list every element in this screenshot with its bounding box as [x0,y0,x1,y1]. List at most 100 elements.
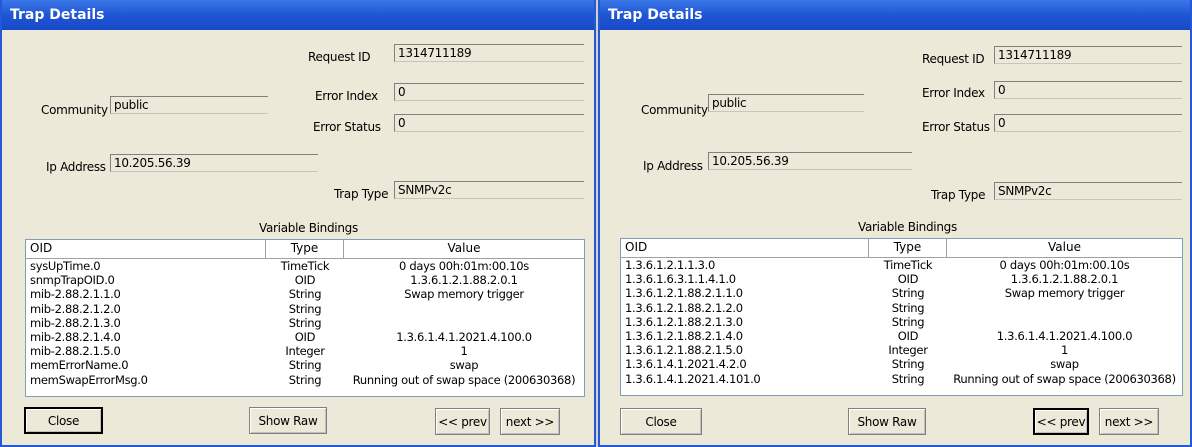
close-button[interactable]: Close [620,408,702,435]
table-row[interactable]: mib-2.88.2.1.1.0 String Swap memory trigge… [26,287,584,301]
table-row[interactable]: snmpTrapOID.0 OID 1.3.6.1.2.1.88.2.0.1 [26,273,584,287]
table-row[interactable]: 1.3.6.1.4.1.2021.4.2.0 String swap [621,357,1182,371]
value-cell: 1.3.6.1.2.1.88.2.0.1 [410,273,518,288]
type-cell: String [288,315,322,330]
table-row[interactable]: 1.3.6.1.2.1.88.2.1.4.0 OID 1.3.6.1.4.1.202… [621,329,1182,343]
ip-address-field[interactable]: 10.205.56.39 [110,154,318,172]
oid-cell: mib-2.88.2.1.4.0 [30,329,121,344]
type-cell: Integer [285,344,325,359]
type-cell: OID [897,328,919,343]
value-cell: 1.3.6.1.2.1.88.2.0.1 [1010,272,1119,287]
oid-cell: 1.3.6.1.2.1.88.2.1.1.0 [625,286,743,301]
value-cell: Running out of swap space (200630368) [953,371,1176,386]
oid-cell: sysUpTime.0 [30,259,101,273]
prev-button[interactable]: << prev [1033,408,1089,435]
oid-cell: 1.3.6.1.2.1.88.2.1.3.0 [625,314,743,329]
window-title: Trap Details [600,0,1190,30]
value-cell: 0 days 00h:01m:00.10s [399,259,529,273]
request-id-field[interactable]: 1314711189 [994,46,1182,64]
type-cell: TimeTick [883,258,933,272]
variable-bindings-table[interactable]: OID Type Value sysUpTime.0 TimeTick 0 days… [25,239,585,397]
community-field[interactable]: public [708,94,864,112]
table-row[interactable]: mib-2.88.2.1.4.0 OID 1.3.6.1.4.1.2021.4.10… [26,330,584,344]
table-row[interactable]: 1.3.6.1.2.1.88.2.1.2.0 String [621,301,1182,315]
error-status-label: Error Status [313,120,381,134]
community-field[interactable]: public [110,96,268,114]
oid-cell: mib-2.88.2.1.3.0 [30,315,121,330]
oid-cell: 1.3.6.1.4.1.2021.4.2.0 [625,357,747,372]
table-row[interactable]: 1.3.6.1.6.3.1.1.4.1.0 OID 1.3.6.1.2.1.88.2… [621,272,1182,286]
table-row[interactable]: 1.3.6.1.2.1.88.2.1.5.0 Integer 1 [621,343,1182,357]
value-cell [344,302,584,316]
value-cell [344,316,584,330]
oid-cell: 1.3.6.1.2.1.88.2.1.4.0 [625,328,743,343]
value-cell: swap [449,358,479,373]
value-cell: Swap memory trigger [1004,286,1125,301]
error-status-label: Error Status [922,120,990,134]
table-body: 1.3.6.1.2.1.1.3.0 TimeTick 0 days 00h:01m:… [621,258,1182,386]
community-label: Community [641,103,708,117]
value-cell: 0 days 00h:01m:00.10s [999,258,1130,272]
table-row[interactable]: 1.3.6.1.2.1.1.3.0 TimeTick 0 days 00h:01m:… [621,258,1182,272]
table-row[interactable]: mib-2.88.2.1.3.0 String [26,316,584,330]
type-cell: String [288,301,322,316]
oid-cell: 1.3.6.1.2.1.88.2.1.5.0 [625,343,743,358]
show-raw-button[interactable]: Show Raw [848,408,926,435]
table-header: OID Type Value [26,240,584,259]
error-status-field[interactable]: 0 [394,114,584,132]
column-header-oid[interactable]: OID [26,240,266,258]
table-row[interactable]: memSwapErrorMsg.0 String Running out of sw… [26,373,584,387]
value-cell: Swap memory trigger [404,287,524,302]
table-row[interactable]: 1.3.6.1.4.1.2021.4.101.0 String Running ou… [621,372,1182,386]
type-cell: String [891,371,925,386]
table-row[interactable]: memErrorName.0 String swap [26,358,584,372]
trap-type-label: Trap Type [931,188,986,202]
variable-bindings-label: Variable Bindings [259,221,358,235]
request-id-field[interactable]: 1314711189 [394,44,584,62]
column-header-type[interactable]: Type [266,240,344,258]
table-row[interactable]: mib-2.88.2.1.2.0 String [26,302,584,316]
close-button[interactable]: Close [24,407,103,434]
table-row[interactable]: mib-2.88.2.1.5.0 Integer 1 [26,344,584,358]
type-cell: OID [294,273,316,288]
type-cell: String [288,287,322,302]
oid-cell: 1.3.6.1.2.1.88.2.1.2.0 [625,300,743,315]
show-raw-button[interactable]: Show Raw [249,407,327,434]
type-cell: String [891,314,925,329]
error-index-label: Error Index [315,89,378,103]
variable-bindings-table[interactable]: OID Type Value 1.3.6.1.2.1.1.3.0 TimeTick… [620,238,1183,396]
oid-cell: snmpTrapOID.0 [30,273,115,288]
prev-button[interactable]: << prev [435,408,490,435]
value-cell: 1 [460,344,468,359]
table-body: sysUpTime.0 TimeTick 0 days 00h:01m:00.10s… [26,259,584,387]
error-status-field[interactable]: 0 [994,114,1182,132]
table-row[interactable]: sysUpTime.0 TimeTick 0 days 00h:01m:00.10s [26,259,584,273]
oid-cell: mib-2.88.2.1.2.0 [30,301,121,316]
next-button[interactable]: next >> [500,408,560,435]
error-index-field[interactable]: 0 [994,81,1182,99]
table-row[interactable]: 1.3.6.1.2.1.88.2.1.1.0 String Swap memory … [621,286,1182,300]
type-cell: String [891,286,925,301]
oid-cell: 1.3.6.1.4.1.2021.4.101.0 [625,371,761,386]
column-header-oid[interactable]: OID [621,239,869,257]
trap-type-field[interactable]: SNMPv2c [394,181,584,199]
type-cell: TimeTick [280,259,330,273]
trap-details-window-right: Trap Details Request ID 1314711189 Error… [598,0,1192,447]
oid-cell: 1.3.6.1.6.3.1.1.4.1.0 [625,272,736,287]
type-cell: String [288,358,322,373]
trap-type-field[interactable]: SNMPv2c [994,182,1182,200]
next-button[interactable]: next >> [1099,408,1159,435]
ip-address-field[interactable]: 10.205.56.39 [708,152,912,170]
ip-address-label: Ip Address [46,160,106,174]
value-cell [947,301,1182,315]
trap-details-panel: Request ID 1314711189 Error Index 0 Comm… [600,30,1190,445]
column-header-value[interactable]: Value [947,239,1182,257]
type-cell: OID [897,272,919,287]
column-header-value[interactable]: Value [344,240,584,258]
table-row[interactable]: 1.3.6.1.2.1.88.2.1.3.0 String [621,315,1182,329]
type-cell: String [891,300,925,315]
error-index-field[interactable]: 0 [394,83,584,101]
column-header-type[interactable]: Type [869,239,947,257]
community-label: Community [41,103,108,117]
value-cell: Running out of swap space (200630368) [352,372,576,387]
